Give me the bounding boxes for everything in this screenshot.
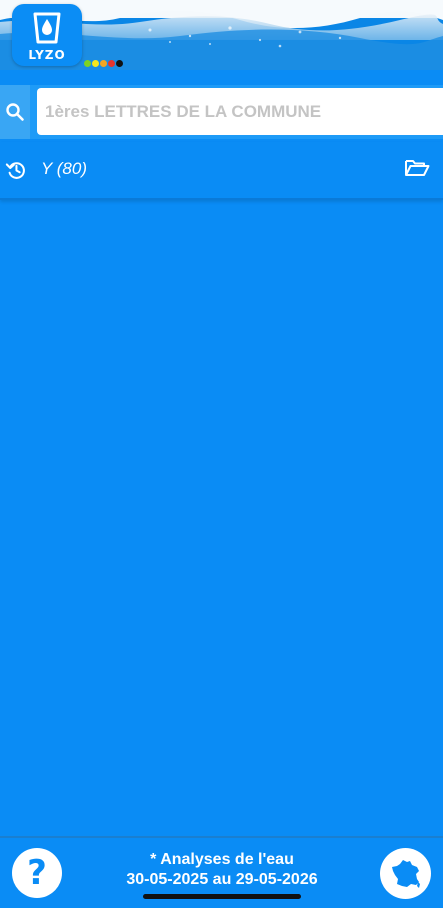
analysis-dates: 30-05-2025 au 29-05-2026 [126, 871, 318, 888]
history-label: Y (80) [41, 159, 87, 178]
quality-dot-black [116, 60, 123, 67]
quality-dot-red [108, 60, 115, 67]
logo-text: LYZO [28, 48, 66, 62]
home-indicator [143, 894, 301, 899]
question-icon: ? [27, 853, 47, 893]
help-button[interactable]: ? [12, 848, 62, 898]
folder-open-icon[interactable] [404, 157, 430, 179]
lyzo-logo: LYZO [12, 4, 82, 66]
history-item[interactable]: Y (80) [0, 142, 443, 200]
quality-dot-yellow [92, 60, 99, 67]
search-button[interactable] [0, 85, 30, 139]
france-map-button[interactable] [380, 848, 431, 899]
quality-dots [84, 60, 123, 67]
search-icon [6, 103, 24, 121]
quality-dot-orange [100, 60, 107, 67]
commune-search-input[interactable] [37, 88, 443, 135]
analysis-period: * Analyses de l'eau 30-05-2025 au 29-05-… [80, 850, 364, 890]
quality-dot-green [84, 60, 91, 67]
search-bar [0, 85, 443, 139]
history-icon [5, 162, 25, 179]
app-header: LYZO [0, 0, 443, 70]
water-glass-icon [33, 12, 61, 44]
france-map-icon [391, 859, 420, 888]
analysis-title: * Analyses de l'eau [150, 851, 294, 868]
